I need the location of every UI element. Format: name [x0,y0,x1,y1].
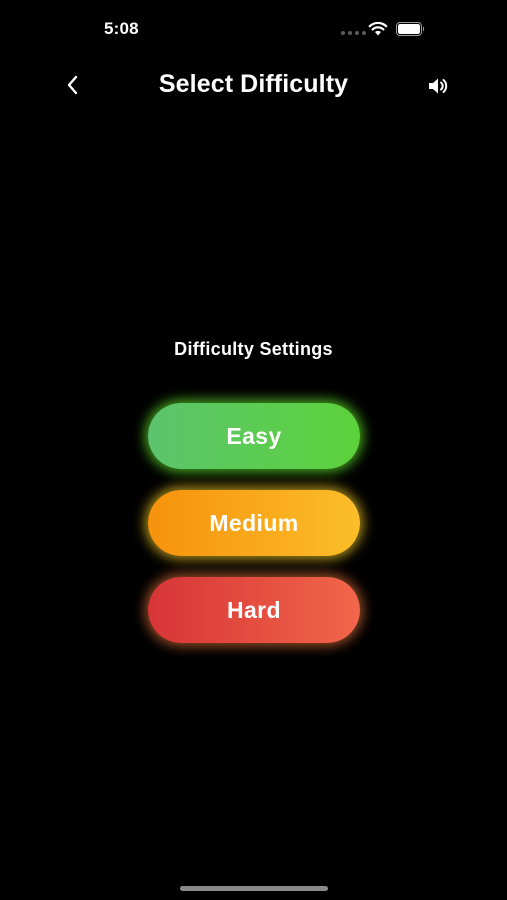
medium-button-label: Medium [209,509,299,536]
status-bar: 5:08 [0,0,507,56]
status-time: 5:08 [104,19,139,38]
speaker-volume-icon [429,78,448,94]
home-indicator[interactable] [180,886,328,891]
medium-button[interactable]: Medium [148,490,360,556]
wifi-icon [368,21,388,36]
hard-button[interactable]: Hard [148,577,360,643]
difficulty-settings-heading: Difficulty Settings [174,339,333,359]
easy-button-label: Easy [226,422,282,449]
battery-icon [396,22,425,36]
hard-button-label: Hard [226,596,281,623]
signal-dots-icon [341,31,366,35]
easy-button[interactable]: Easy [148,403,360,469]
navigation-bar: Select Difficulty [0,60,507,110]
sound-toggle-button[interactable] [424,72,452,100]
